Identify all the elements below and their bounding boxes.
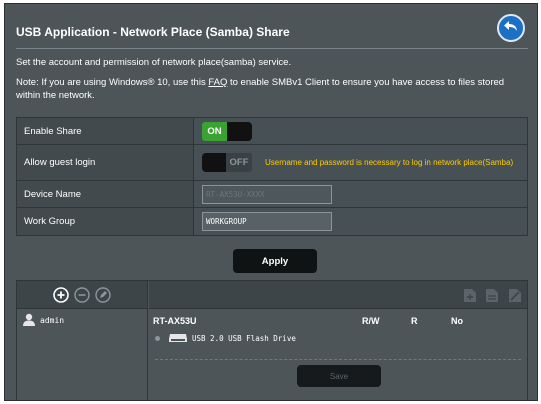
delete-folder-icon[interactable] bbox=[506, 286, 524, 304]
new-folder-icon[interactable] bbox=[461, 286, 479, 304]
account-list: admin bbox=[17, 281, 148, 400]
edit-account-icon[interactable] bbox=[94, 286, 112, 304]
divider bbox=[155, 359, 521, 360]
note-text: Note: If you are using Windows® 10, use … bbox=[16, 76, 528, 102]
usb-drive-icon bbox=[168, 331, 188, 345]
work-group-row: Work Group bbox=[17, 208, 527, 235]
enable-share-row: Enable Share ON bbox=[17, 118, 527, 145]
toggle-off-label: OFF bbox=[226, 153, 252, 172]
drive-name: USB 2.0 USB Flash Drive bbox=[192, 333, 296, 343]
remove-account-icon[interactable] bbox=[73, 286, 91, 304]
samba-share-panel: USB Application - Network Place (Samba) … bbox=[4, 3, 538, 401]
device-name-label: Device Name bbox=[17, 181, 194, 207]
toggle-on-label: ON bbox=[202, 121, 227, 141]
guest-login-row: Allow guest login OFF Username and passw… bbox=[17, 145, 527, 181]
guest-login-toggle[interactable]: OFF bbox=[202, 153, 252, 172]
device-name-input[interactable] bbox=[202, 184, 332, 204]
rename-folder-icon[interactable] bbox=[483, 286, 501, 304]
user-icon bbox=[22, 313, 36, 328]
enable-share-label: Enable Share bbox=[17, 118, 194, 144]
add-account-icon[interactable] bbox=[52, 286, 70, 304]
toggle-knob bbox=[202, 153, 226, 172]
faq-link[interactable]: FAQ bbox=[208, 77, 227, 88]
account-item[interactable]: admin bbox=[17, 309, 147, 331]
header: USB Application - Network Place (Samba) … bbox=[5, 4, 537, 46]
note-prefix: Note: If you are using Windows® 10, use … bbox=[16, 77, 209, 88]
divider bbox=[16, 48, 528, 49]
folder-toolbar bbox=[149, 281, 527, 309]
page-title: USB Application - Network Place (Samba) … bbox=[16, 25, 290, 39]
folder-permissions: RT-AX53U R/W R No USB 2.0 USB Flash Driv… bbox=[149, 281, 527, 400]
account-name: admin bbox=[40, 315, 65, 325]
enable-share-toggle[interactable]: ON bbox=[202, 121, 252, 141]
description-text: Set the account and permission of networ… bbox=[16, 57, 292, 68]
toggle-knob bbox=[227, 121, 252, 141]
save-button[interactable]: Save bbox=[297, 365, 381, 387]
work-group-label: Work Group bbox=[17, 208, 194, 235]
back-arrow-icon bbox=[502, 17, 520, 40]
drive-item[interactable]: USB 2.0 USB Flash Drive bbox=[155, 331, 296, 345]
permission-header-r: R bbox=[411, 316, 418, 326]
guest-login-label: Allow guest login bbox=[17, 145, 194, 180]
back-button[interactable] bbox=[497, 14, 525, 42]
work-group-input[interactable] bbox=[202, 212, 332, 231]
permission-header-rw: R/W bbox=[362, 316, 380, 326]
device-name: RT-AX53U bbox=[153, 316, 197, 326]
expand-dot[interactable] bbox=[155, 335, 160, 341]
account-permission-panel: admin RT-AX53U R/W R No USB 2.0 USB Flas… bbox=[16, 280, 528, 400]
settings-table: Enable Share ON Allow guest login OFF Us… bbox=[16, 117, 528, 236]
guest-login-warning: Username and password is necessary to lo… bbox=[265, 158, 514, 167]
device-name-row: Device Name bbox=[17, 181, 527, 208]
account-toolbar bbox=[17, 281, 147, 309]
permission-header-no: No bbox=[451, 316, 463, 326]
apply-button[interactable]: Apply bbox=[233, 249, 317, 273]
